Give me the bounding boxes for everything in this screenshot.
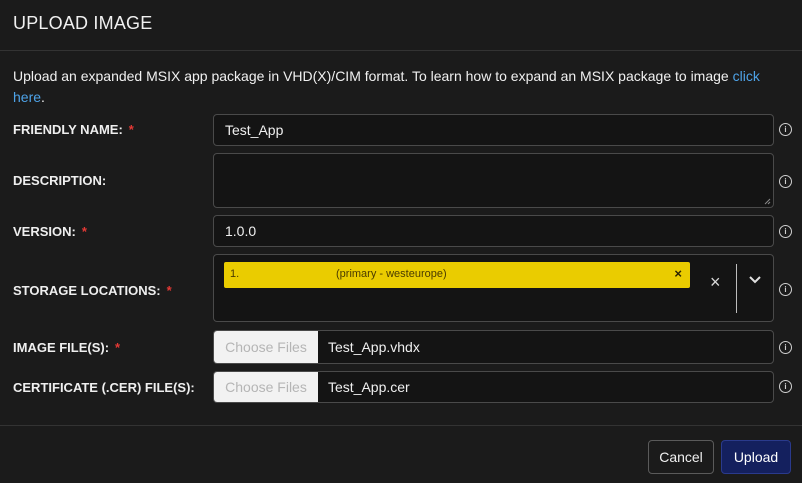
storage-location-chip: 1. (primary - westeurope) × xyxy=(224,262,690,288)
footer-divider xyxy=(0,425,802,426)
choose-files-button[interactable]: Choose Files xyxy=(214,372,318,402)
intro-text: Upload an expanded MSIX app package in V… xyxy=(13,68,760,105)
storage-locations-select[interactable]: 1. (primary - westeurope) × × xyxy=(213,254,774,322)
friendly-name-input[interactable]: Test_App xyxy=(213,114,774,146)
certificate-file-name: Test_App.cer xyxy=(328,379,410,395)
chevron-down-icon[interactable] xyxy=(748,275,762,285)
required-marker: * xyxy=(166,283,172,298)
version-input[interactable]: 1.0.0 xyxy=(213,215,774,247)
info-icon[interactable]: i xyxy=(779,341,792,354)
chip-remove-icon[interactable]: × xyxy=(674,266,682,281)
choose-files-button[interactable]: Choose Files xyxy=(214,331,318,363)
version-label: VERSION: * xyxy=(13,224,87,239)
certificate-files-label: CERTIFICATE (.CER) FILE(S): xyxy=(13,380,195,395)
clear-selection-icon[interactable]: × xyxy=(710,273,721,291)
required-marker: * xyxy=(81,224,87,239)
upload-button[interactable]: Upload xyxy=(721,440,791,474)
required-marker: * xyxy=(128,122,134,137)
resize-grip-icon[interactable] xyxy=(764,198,771,205)
info-icon[interactable]: i xyxy=(779,175,792,188)
info-icon[interactable]: i xyxy=(779,380,792,393)
select-separator xyxy=(736,264,737,313)
description-label: DESCRIPTION: xyxy=(13,173,107,188)
friendly-name-label: FRIENDLY NAME: * xyxy=(13,122,134,137)
info-icon[interactable]: i xyxy=(779,283,792,296)
info-icon[interactable]: i xyxy=(779,225,792,238)
info-icon[interactable]: i xyxy=(779,123,792,136)
cancel-button[interactable]: Cancel xyxy=(648,440,714,474)
storage-locations-label: STORAGE LOCATIONS: * xyxy=(13,283,172,298)
description-textarea[interactable] xyxy=(213,153,774,208)
image-files-input[interactable]: Choose Files Test_App.vhdx xyxy=(213,330,774,364)
image-file-name: Test_App.vhdx xyxy=(328,339,420,355)
image-files-label: IMAGE FILE(S): * xyxy=(13,340,121,355)
dialog-header: UPLOAD IMAGE xyxy=(0,0,802,51)
dialog-title: UPLOAD IMAGE xyxy=(13,13,153,33)
certificate-files-input[interactable]: Choose Files Test_App.cer xyxy=(213,371,774,403)
required-marker: * xyxy=(115,340,121,355)
